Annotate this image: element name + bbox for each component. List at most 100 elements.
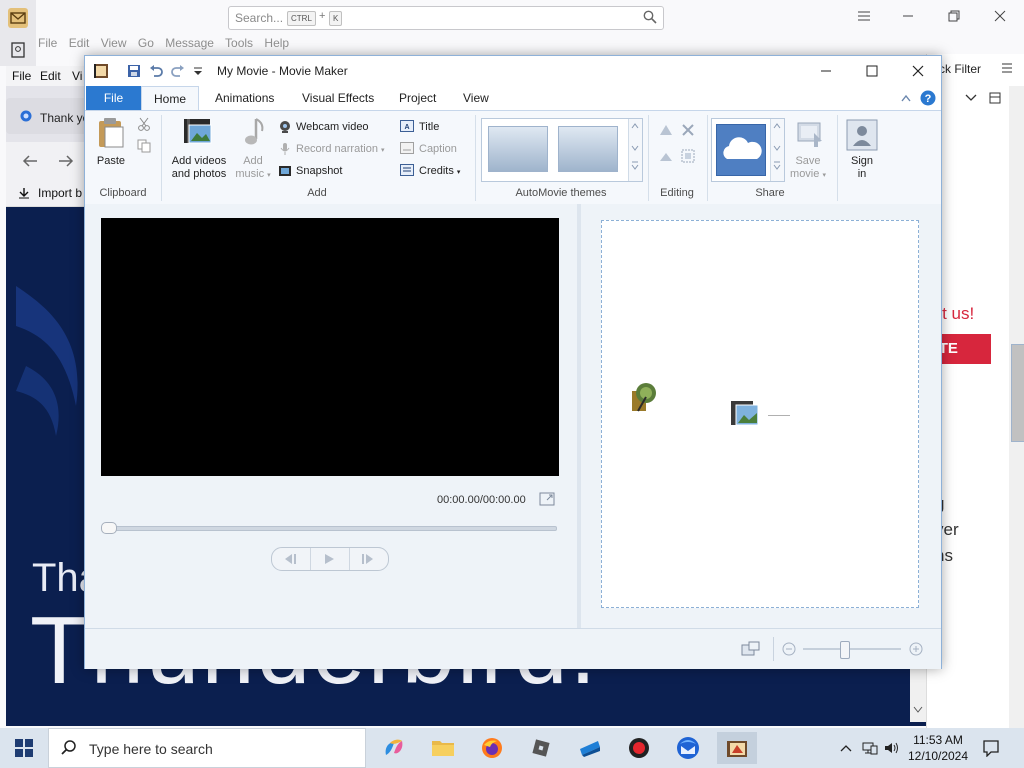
- snapshot-icon[interactable]: [278, 164, 292, 178]
- mail-icon[interactable]: [8, 8, 28, 28]
- quick-save-icon[interactable]: [127, 64, 141, 78]
- browser-menu-view[interactable]: Vi: [72, 69, 82, 83]
- thunderbird-taskbar-button[interactable]: [668, 732, 708, 764]
- record-narration-button[interactable]: Record narration ▾: [296, 143, 385, 155]
- taskbar-search-box[interactable]: Type here to search: [48, 728, 366, 768]
- copilot-taskbar-button[interactable]: [374, 732, 414, 764]
- previous-frame-icon[interactable]: [282, 553, 298, 565]
- tb-minimize-icon[interactable]: [902, 10, 914, 22]
- select-all-icon[interactable]: [681, 149, 695, 163]
- remove-icon[interactable]: [681, 123, 695, 137]
- add-music-placeholder-icon[interactable]: [630, 381, 660, 413]
- zoom-out-icon[interactable]: [782, 642, 796, 656]
- video-preview[interactable]: [101, 218, 559, 476]
- seek-bar[interactable]: [103, 526, 557, 531]
- browser-menu-edit[interactable]: Edit: [40, 69, 61, 83]
- music-note-icon[interactable]: [242, 117, 266, 149]
- zoom-slider-thumb[interactable]: [840, 641, 850, 659]
- rotate-right-icon[interactable]: [658, 149, 674, 163]
- tb-menu-help[interactable]: Help: [264, 36, 289, 50]
- share-gallery-scroll[interactable]: [770, 119, 784, 181]
- pane-splitter[interactable]: [577, 204, 581, 628]
- volume-icon[interactable]: [884, 741, 900, 755]
- next-frame-icon[interactable]: [360, 553, 376, 565]
- help-icon[interactable]: ?: [920, 90, 936, 106]
- paste-button[interactable]: Paste: [91, 155, 131, 168]
- firefox-taskbar-button[interactable]: [472, 732, 512, 764]
- taskbar-clock[interactable]: 11:53 AM 12/10/2024: [900, 732, 976, 764]
- credits-button[interactable]: Credits ▾: [419, 165, 460, 177]
- scroll-down-icon[interactable]: [913, 706, 923, 714]
- close-button[interactable]: [895, 56, 941, 86]
- tab-project[interactable]: Project: [387, 86, 448, 110]
- theme-thumbnail[interactable]: [488, 126, 548, 172]
- maximize-button[interactable]: [849, 56, 895, 86]
- file-explorer-taskbar-button[interactable]: [423, 732, 463, 764]
- import-bookmarks-button[interactable]: Import b: [38, 186, 82, 200]
- copy-icon[interactable]: [137, 139, 151, 153]
- gallery-scroll[interactable]: [628, 119, 642, 181]
- sign-in-icon[interactable]: [846, 119, 878, 151]
- play-icon[interactable]: [322, 553, 336, 565]
- add-videos-and-photos-button[interactable]: Add videos and photos: [167, 155, 231, 181]
- tab-view[interactable]: View: [451, 86, 501, 110]
- add-music-button[interactable]: Add music ▾: [233, 155, 273, 182]
- tab-animations[interactable]: Animations: [203, 86, 286, 110]
- moviemaker-taskbar-button[interactable]: [717, 732, 757, 764]
- thumbnail-size-icon[interactable]: [741, 641, 761, 657]
- credits-icon[interactable]: [400, 164, 414, 176]
- tb-menu-view[interactable]: View: [101, 36, 127, 50]
- tab-visual-effects[interactable]: Visual Effects: [290, 86, 386, 110]
- seek-bar-thumb[interactable]: [101, 522, 117, 534]
- app-menu-icon[interactable]: [857, 10, 871, 22]
- column-picker-icon[interactable]: [989, 92, 1001, 104]
- forward-arrow-icon[interactable]: [58, 154, 74, 168]
- cut-icon[interactable]: [137, 117, 151, 131]
- tab-home[interactable]: Home: [141, 86, 200, 112]
- address-book-icon[interactable]: [10, 42, 26, 58]
- filter-options-icon[interactable]: [1001, 62, 1013, 74]
- quick-filter-button[interactable]: ck Filter: [939, 62, 981, 76]
- minimize-button[interactable]: [803, 56, 849, 86]
- notification-center-icon[interactable]: [982, 739, 1000, 757]
- caption-button[interactable]: Caption: [419, 143, 457, 155]
- microphone-icon[interactable]: [278, 142, 292, 156]
- undo-icon[interactable]: [149, 64, 163, 78]
- onedrive-share-tile[interactable]: [716, 124, 766, 176]
- save-movie-button[interactable]: Save movie ▾: [787, 155, 829, 182]
- search-icon[interactable]: [643, 10, 657, 24]
- browser-menu-file[interactable]: File: [12, 69, 31, 83]
- webcam-video-button[interactable]: Webcam video: [296, 121, 369, 133]
- quick-access-dropdown-icon[interactable]: [193, 66, 203, 76]
- save-movie-icon[interactable]: [796, 119, 824, 149]
- start-button[interactable]: [0, 728, 48, 768]
- tb-close-icon[interactable]: [994, 10, 1006, 22]
- tb-menu-file[interactable]: File: [38, 36, 57, 50]
- theme-thumbnail[interactable]: [558, 126, 618, 172]
- thunderbird-search-input[interactable]: Search... CTRL + K: [228, 6, 664, 30]
- add-video-placeholder-icon[interactable]: [730, 399, 760, 429]
- scrollbar-thumb[interactable]: [1011, 344, 1024, 442]
- back-arrow-icon[interactable]: [22, 154, 38, 168]
- webcam-icon[interactable]: [278, 120, 292, 134]
- storyboard-pane[interactable]: [601, 220, 919, 608]
- zoom-in-icon[interactable]: [909, 642, 923, 656]
- rotate-left-icon[interactable]: [658, 123, 674, 137]
- show-hidden-icons-icon[interactable]: [840, 744, 852, 752]
- app-taskbar-button[interactable]: [570, 732, 610, 764]
- collapse-ribbon-icon[interactable]: [901, 94, 911, 102]
- roblox-taskbar-button[interactable]: [521, 732, 561, 764]
- tab-file[interactable]: File: [86, 86, 141, 110]
- tb-menu-edit[interactable]: Edit: [69, 36, 90, 50]
- redo-icon[interactable]: [171, 64, 185, 78]
- sign-in-button[interactable]: Sign in: [843, 155, 881, 181]
- title-icon[interactable]: A: [400, 120, 414, 132]
- tb-menu-go[interactable]: Go: [138, 36, 154, 50]
- zoom-slider-track[interactable]: [803, 648, 901, 650]
- caption-icon[interactable]: [400, 142, 414, 154]
- tb-restore-icon[interactable]: [948, 10, 960, 22]
- tb-menu-message[interactable]: Message: [165, 36, 214, 50]
- chevron-down-icon[interactable]: [965, 94, 977, 102]
- title-button[interactable]: Title: [419, 121, 439, 133]
- fullscreen-preview-icon[interactable]: [539, 492, 555, 506]
